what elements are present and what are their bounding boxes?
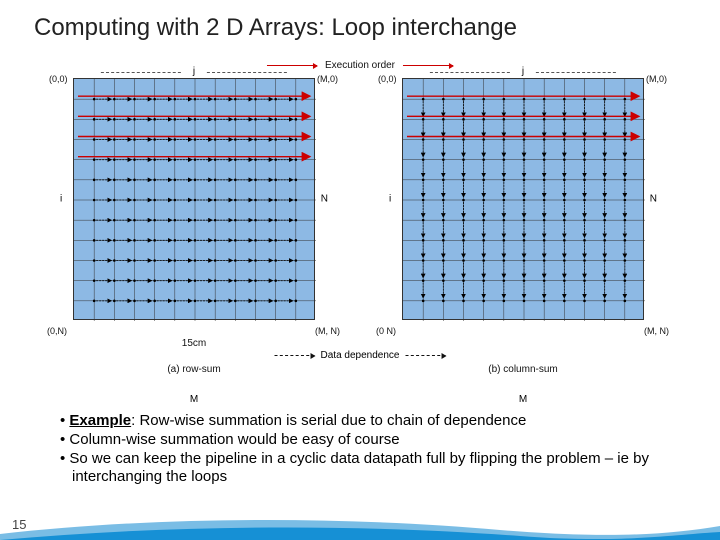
grid-row-sum: j i N [73,78,315,320]
grid-svg-right [403,79,645,321]
caption-col-sum: (b) column-sum [402,364,644,375]
bullet-list: Example: Row-wise summation is serial du… [60,412,680,487]
caption-row-sum: (a) row-sum [73,364,315,375]
corner-bottom-right: (M, N) [315,326,340,336]
bullet-text: Example: Row-wise summation is serial du… [69,412,526,429]
bullet-item: So we can keep the pipeline in a cyclic … [60,450,680,488]
legend-top-label: Execution order [325,60,395,71]
axis-i-label: i [60,194,62,205]
axis-n-label: N [650,194,657,205]
legend-mid-label: Data dependence [321,350,400,361]
axis-j-label: j [522,66,524,77]
exec-arrow-icon [403,65,453,66]
bullet-item: Example: Row-wise summation is serial du… [60,412,680,431]
m-label: M [73,394,315,405]
corner-bottom-left: (0 N) [376,326,396,336]
corner-top-right: (M,0) [646,74,667,84]
corner-bottom-left: (0,N) [47,326,67,336]
axis-j-label: j [193,66,195,77]
decorative-wave-icon [0,510,720,540]
panel-column-sum: (0,0) (M,0) j i N (0 N) (M, N) M (b) col… [382,78,667,375]
grid-svg-left [74,79,316,321]
data-dependence-legend: Data dependence [275,350,446,361]
panel-row-sum: (0,0) (M,0) j i N (0,N) [53,78,338,375]
axis-i-label: i [389,194,391,205]
grid-column-sum: j i N [402,78,644,320]
page-title: Computing with 2 D Arrays: Loop intercha… [0,0,720,42]
corner-top-left: (0,0) [49,74,68,84]
axis-n-label: N [321,194,328,205]
bullet-item: Column-wise summation would be easy of c… [60,431,680,450]
m-label: M [402,394,644,405]
corner-top-left: (0,0) [378,74,397,84]
dim-label: 15cm [73,338,315,349]
dep-arrow-icon [275,355,315,356]
figure-area: Execution order (0,0) (M,0) j i N [35,60,685,370]
dep-arrow-icon [405,355,445,356]
page-number: 15 [12,517,26,532]
corner-bottom-right: (M, N) [644,326,669,336]
execution-order-legend: Execution order [267,60,453,71]
exec-arrow-icon [267,65,317,66]
corner-top-right: (M,0) [317,74,338,84]
